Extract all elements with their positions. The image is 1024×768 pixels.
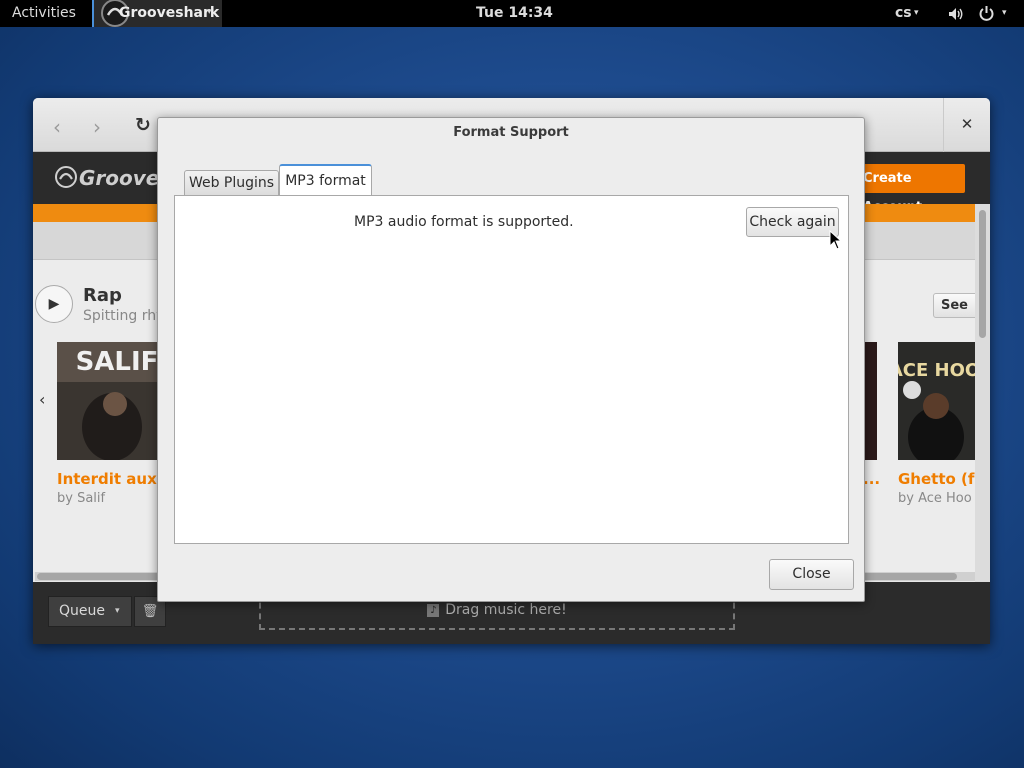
app-menu-arrow-icon: ▾	[207, 7, 212, 17]
close-button[interactable]: Close	[769, 559, 854, 590]
section-subtitle: Spitting rhy	[83, 308, 165, 324]
tab-mp3-format[interactable]: MP3 format	[279, 164, 372, 195]
grooveshark-logo-icon	[55, 166, 77, 188]
section-title: Rap	[83, 285, 122, 306]
album-cover[interactable]: ACE HOOD	[898, 342, 976, 460]
top-bar: Activities Grooveshark ▾ Tue 14:34 cs ▾ …	[0, 0, 1024, 27]
check-again-button[interactable]: Check again	[746, 207, 839, 237]
back-button[interactable]: ‹	[53, 115, 61, 139]
queue-button[interactable]: Queue ▾	[48, 596, 132, 627]
power-icon[interactable]	[978, 5, 995, 22]
trash-icon: 🗑	[141, 604, 159, 619]
tab-panel: MP3 audio format is supported. Check aga…	[174, 195, 849, 544]
forward-button[interactable]: ›	[93, 115, 101, 139]
chevron-down-icon: ▾	[115, 606, 120, 616]
play-button[interactable]: ▶	[35, 285, 73, 323]
reload-button[interactable]: ↻	[135, 114, 151, 136]
app-menu[interactable]: Grooveshark ▾	[92, 0, 222, 27]
volume-icon[interactable]	[948, 6, 964, 22]
carousel-left-icon[interactable]: ‹	[39, 390, 45, 409]
keyboard-layout-indicator[interactable]: cs	[895, 5, 912, 21]
keyboard-layout-arrow-icon: ▾	[914, 8, 919, 18]
album-art-image: ACE HOOD	[898, 342, 976, 460]
album-artist[interactable]: by Ace Hoo	[898, 491, 972, 506]
mouse-cursor-icon	[829, 230, 843, 250]
status-message: MP3 audio format is supported.	[354, 214, 574, 230]
music-note-icon: ♪	[427, 603, 440, 617]
create-account-button[interactable]: Create Account	[859, 164, 965, 215]
activities-button[interactable]: Activities	[12, 5, 76, 21]
window-close-button[interactable]: ✕	[943, 98, 990, 152]
system-menu-arrow-icon: ▾	[1002, 8, 1007, 18]
album-artist[interactable]: by Salif	[57, 491, 105, 506]
vertical-scrollbar-thumb[interactable]	[979, 210, 986, 338]
album-cover-text: SALIF	[76, 347, 159, 377]
clock[interactable]: Tue 14:34	[476, 5, 553, 21]
app-name: Grooveshark	[119, 5, 220, 21]
dialog-title: Format Support	[453, 125, 569, 140]
tab-web-plugins[interactable]: Web Plugins	[184, 170, 279, 195]
album-title-partial[interactable]: ...	[863, 470, 880, 488]
album-cover-text: ACE HOOD	[898, 360, 976, 381]
queue-label: Queue	[59, 603, 105, 619]
album-title[interactable]: Ghetto (f	[898, 470, 974, 488]
format-support-dialog: Format Support Web Plugins MP3 format MP…	[157, 117, 865, 602]
drop-zone-label: Drag music here!	[445, 602, 567, 618]
vertical-scrollbar[interactable]	[975, 204, 990, 582]
